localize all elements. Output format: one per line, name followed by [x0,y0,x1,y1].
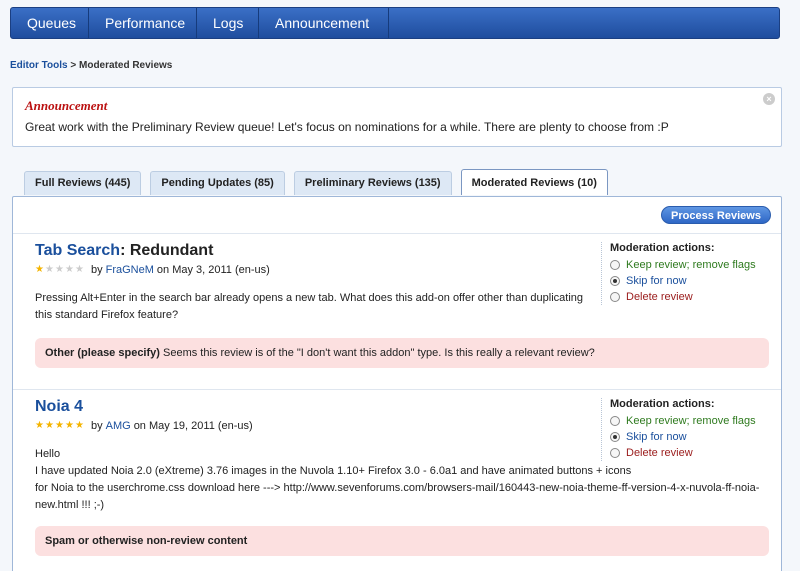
moderation-actions: Moderation actions: Keep review; remove … [601,242,781,305]
star-icon: ★ [65,420,74,431]
keep-review-label[interactable]: Keep review; remove flags [626,259,756,271]
star-icon: ★ [75,420,84,431]
flag-box: Other (please specify) Seems this review… [35,338,769,368]
skip-option[interactable]: Skip for now [610,429,781,445]
breadcrumb-current: Moderated Reviews [79,60,173,71]
delete-review-radio[interactable] [610,292,620,302]
review-date: on May 3, 2011 (en-us) [156,264,270,276]
review-body-line: new.html !!! ;-) [35,499,105,511]
announcement-title: Announcement [25,98,108,113]
skip-label[interactable]: Skip for now [626,275,687,287]
skip-option[interactable]: Skip for now [610,273,781,289]
review-tabs: Full Reviews (445) Pending Updates (85) … [24,169,617,196]
breadcrumb-separator: > [70,60,77,71]
keep-review-label[interactable]: Keep review; remove flags [626,415,756,427]
delete-review-label[interactable]: Delete review [626,447,693,459]
moderation-title: Moderation actions: [610,398,715,410]
rating-stars: ★ ★ ★ ★ ★ [35,421,85,431]
review-title: Tab Search: Redundant [35,242,213,260]
by-label: by [91,264,103,276]
moderation-title: Moderation actions: [610,242,715,254]
top-nav: Queues Performance Logs Announcement [10,7,780,39]
delete-review-option[interactable]: Delete review [610,445,781,461]
announcement-box: Announcement Great work with the Prelimi… [12,87,782,147]
process-reviews-button[interactable]: Process Reviews [661,206,771,224]
keep-review-radio[interactable] [610,416,620,426]
close-icon[interactable]: × [763,93,775,105]
star-icon: ★ [65,264,74,275]
review-body-line: Hello [35,448,61,460]
star-icon: ★ [45,264,54,275]
author-link[interactable]: AMG [106,420,131,432]
nav-logs[interactable]: Logs [197,8,259,38]
review-meta: ★ ★ ★ ★ ★ by AMG on May 19, 2011 (en-us) [35,420,253,432]
review-title: Noia 4 [35,398,83,416]
breadcrumb-editor-tools[interactable]: Editor Tools [10,60,68,71]
star-icon: ★ [55,264,64,275]
flag-text: Seems this review is of the "I don't wan… [163,347,595,359]
tab-pending-updates[interactable]: Pending Updates (85) [150,171,285,195]
addon-link[interactable]: Tab Search [35,242,120,259]
flag-reason: Spam or otherwise non-review content [45,535,248,547]
review-meta: ★ ★ ★ ★ ★ by FraGNeM on May 3, 2011 (en-… [35,264,270,276]
flag-box: Spam or otherwise non-review content [35,526,769,556]
keep-review-option[interactable]: Keep review; remove flags [610,257,781,273]
announcement-text: Great work with the Preliminary Review q… [25,120,669,134]
review-body: Pressing Alt+Enter in the search bar alr… [35,292,583,321]
delete-review-option[interactable]: Delete review [610,289,781,305]
addon-link[interactable]: Noia 4 [35,398,83,415]
tab-full-reviews[interactable]: Full Reviews (445) [24,171,142,195]
review-body: Hello I have updated Noia 2.0 (eXtreme) … [35,446,760,514]
review-date: on May 19, 2011 (en-us) [133,420,253,432]
review-body-line: I have updated Noia 2.0 (eXtreme) 3.76 i… [35,465,632,477]
review-body-line: for Noia to the userchrome.css download … [35,482,760,494]
keep-review-radio[interactable] [610,260,620,270]
nav-announcement[interactable]: Announcement [259,8,389,38]
by-label: by [91,420,103,432]
star-icon: ★ [55,420,64,431]
star-icon: ★ [35,264,44,275]
skip-radio[interactable] [610,432,620,442]
breadcrumb: Editor Tools > Moderated Reviews [10,60,172,71]
author-link[interactable]: FraGNeM [106,264,154,276]
star-icon: ★ [35,420,44,431]
skip-label[interactable]: Skip for now [626,431,687,443]
delete-review-label[interactable]: Delete review [626,291,693,303]
nav-queues[interactable]: Queues [11,8,89,38]
moderation-actions: Moderation actions: Keep review; remove … [601,398,781,461]
star-icon: ★ [75,264,84,275]
keep-review-option[interactable]: Keep review; remove flags [610,413,781,429]
nav-performance[interactable]: Performance [89,8,197,38]
skip-radio[interactable] [610,276,620,286]
delete-review-radio[interactable] [610,448,620,458]
review-item: Noia 4 ★ ★ ★ ★ ★ by AMG on May 19, 2011 … [13,389,781,571]
flag-reason: Other (please specify) [45,347,160,359]
review-item: Tab Search: Redundant ★ ★ ★ ★ ★ by FraGN… [13,233,781,389]
tab-preliminary-reviews[interactable]: Preliminary Reviews (135) [293,171,452,195]
star-icon: ★ [45,420,54,431]
review-title-text: : Redundant [120,242,214,259]
tab-moderated-reviews[interactable]: Moderated Reviews (10) [460,169,608,195]
rating-stars: ★ ★ ★ ★ ★ [35,265,85,275]
moderated-reviews-panel: Process Reviews Tab Search: Redundant ★ … [12,196,782,571]
